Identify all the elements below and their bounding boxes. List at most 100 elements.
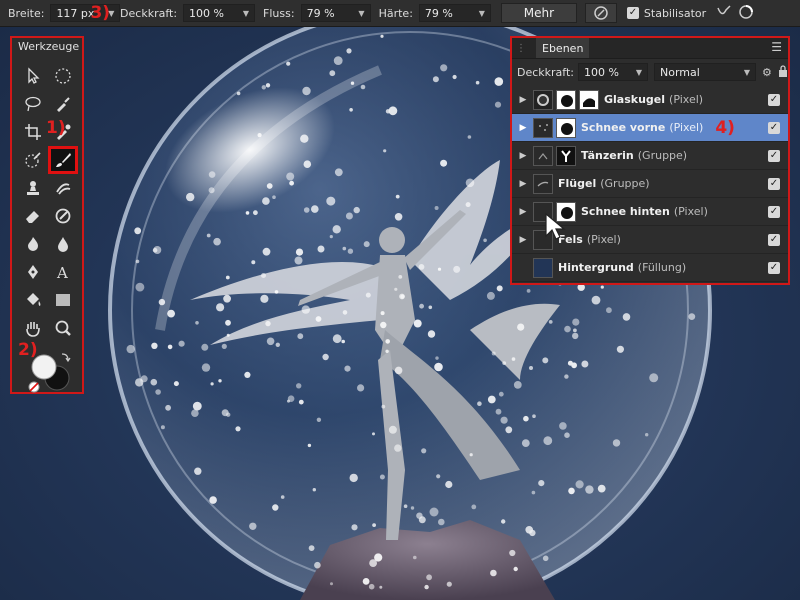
snowflake [525,526,533,534]
layer-row-schnee-vorne[interactable]: ▶ Schnee vorne (Pixel) 4) ✓ [512,114,788,142]
hand-tool[interactable] [18,314,48,342]
snowflake [581,360,589,368]
pen-tool[interactable] [18,258,48,286]
haerte-label: Härte: [378,6,413,20]
chevron-down-icon: ▼ [743,67,750,77]
gear-icon[interactable]: ⚙ [762,66,772,79]
fill-tool[interactable] [18,286,48,314]
snowflake [410,506,415,510]
snowflake [360,84,366,90]
layer-options-bar: Deckkraft: 100 % ▼ Normal ▼ ⚙ [512,59,788,85]
snowflake [316,417,322,422]
smudge-tool[interactable] [48,174,78,202]
haerte-field[interactable]: 79 % ▼ [418,4,491,22]
snowflake [223,294,232,303]
crop-tool[interactable] [18,118,48,146]
selection-brush-tool[interactable] [48,62,78,90]
layer-type: (Pixel) [586,233,621,246]
visibility-checkbox[interactable]: ✓ [768,94,780,106]
text-tool[interactable]: A [48,258,78,286]
visibility-checkbox[interactable]: ✓ [768,234,780,246]
snowflake [469,453,473,457]
blend-mode-value: Normal [660,65,700,79]
blend-mode-select[interactable]: Normal ▼ [654,63,756,81]
expand-triangle-icon[interactable]: ▶ [516,123,530,133]
snowflake [529,366,533,370]
snowflake [432,76,439,83]
panel-menu-icon[interactable]: ☰ [771,40,782,54]
snowflake [342,310,348,315]
snowflake [434,362,443,372]
layer-list: ▶ Glaskugel (Pixel) ✓ ▶ Schnee vorne (Pi… [512,86,788,282]
snowflake [329,70,336,77]
eraser-tool[interactable] [18,202,48,230]
healing-tool[interactable] [48,202,78,230]
visibility-checkbox[interactable]: ✓ [768,178,780,190]
snowflake [334,168,343,177]
snowflake [426,574,432,581]
snowflake [471,504,477,510]
expand-triangle-icon[interactable]: ▶ [516,207,530,217]
color-picker-tool[interactable] [48,90,78,118]
tab-ebenen[interactable]: Ebenen [536,38,590,58]
layer-opacity-field[interactable]: 100 % ▼ [578,63,648,81]
grip-icon[interactable]: ⋮ [516,43,526,54]
zoom-tool[interactable] [48,314,78,342]
flood-select-tool[interactable] [18,146,48,174]
snowflake [388,106,398,116]
snowflake [294,256,303,265]
snowflake [388,425,397,434]
deckkraft-field[interactable]: 100 % ▼ [183,4,256,22]
snowflake [380,321,387,329]
clone-tool[interactable] [18,174,48,202]
window-mode-icon[interactable] [738,4,754,23]
rectangle-tool[interactable] [48,286,78,314]
move-tool[interactable] [18,62,48,90]
burn-tool[interactable] [48,230,78,258]
layer-row-glaskugel[interactable]: ▶ Glaskugel (Pixel) ✓ [512,86,788,114]
snowflake [491,351,496,356]
color-swatches[interactable] [28,350,78,394]
layer-type: (Gruppe) [637,149,688,162]
snowflake [385,349,389,353]
layer-row-hintergrund[interactable]: Hintergrund (Füllung) ✓ [512,254,788,282]
layer-row-taenzerin[interactable]: ▶ Tänzerin (Gruppe) ✓ [512,142,788,170]
magnifier-icon [55,320,71,336]
snowflake [381,404,386,409]
paint-brush-tool[interactable] [48,146,78,174]
expand-triangle-icon[interactable]: ▶ [516,179,530,189]
expand-triangle-icon[interactable]: ▶ [516,151,530,161]
visibility-checkbox[interactable]: ✓ [768,206,780,218]
snowflake [357,384,365,392]
stabilisator-checkbox[interactable]: ✓ [626,7,639,19]
layer-type: (Pixel) [669,93,704,106]
snowflake [532,414,536,419]
snowflake [265,83,271,88]
layer-row-fluegel[interactable]: ▶ Flügel (Gruppe) ✓ [512,170,788,198]
snowflake [597,484,606,493]
snowflake [413,555,417,560]
chevron-down-icon: ▼ [635,67,642,77]
visibility-checkbox[interactable]: ✓ [768,122,780,134]
fluss-field[interactable]: 79 % ▼ [300,4,371,22]
visibility-checkbox[interactable]: ✓ [768,150,780,162]
snowflake [542,357,549,364]
dodge-tool[interactable] [18,230,48,258]
breite-label: Breite: [8,6,45,20]
snowflake [351,524,358,531]
visibility-checkbox[interactable]: ✓ [768,262,780,274]
snowflake [494,101,502,108]
mehr-button[interactable]: Mehr [500,3,577,23]
lasso-tool[interactable] [18,90,48,118]
snowflake [201,343,209,351]
rope-mode-icon[interactable] [716,4,732,23]
pressure-button[interactable] [584,3,617,23]
snowflake [487,395,496,404]
snowflake [649,373,659,383]
lock-icon[interactable] [778,64,788,80]
expand-triangle-icon[interactable]: ▶ [516,235,530,245]
snowflake [332,334,342,344]
snowflake [688,313,696,320]
snowflake [394,287,398,291]
expand-triangle-icon[interactable]: ▶ [516,95,530,105]
